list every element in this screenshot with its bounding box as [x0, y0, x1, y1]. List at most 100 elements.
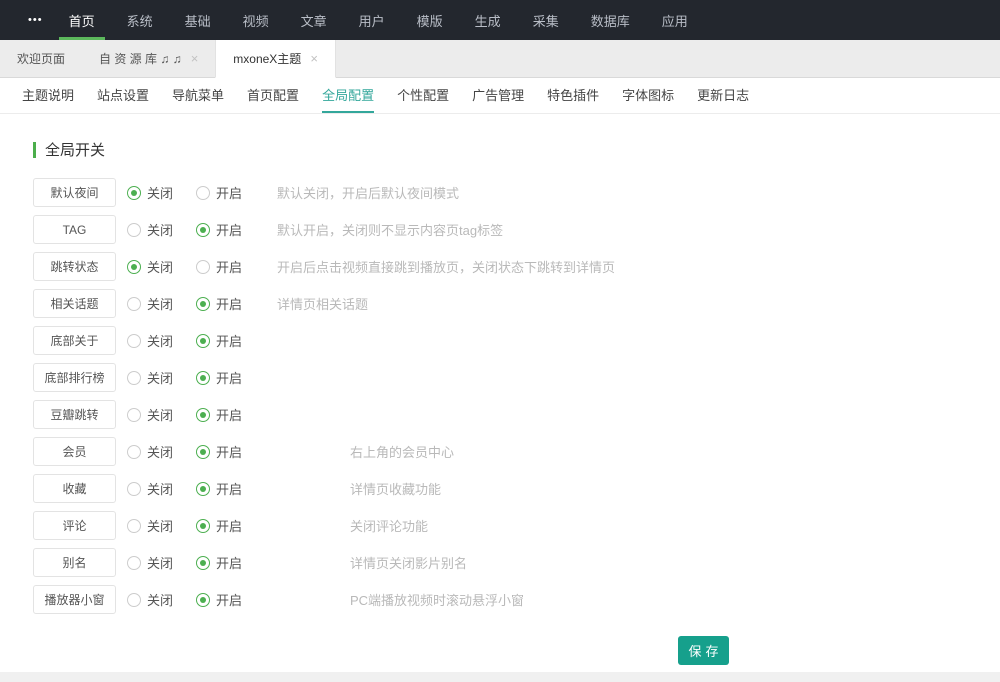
radio-icon: [127, 371, 141, 385]
subtab-nav-menu[interactable]: 导航菜单: [172, 78, 224, 113]
radio-closed[interactable]: 关闭: [127, 257, 196, 276]
radio-closed[interactable]: 关闭: [127, 405, 196, 424]
setting-label-button[interactable]: 底部关于: [33, 326, 116, 355]
subtab-theme-intro[interactable]: 主题说明: [22, 78, 74, 113]
radio-open[interactable]: 开启: [196, 183, 265, 202]
radio-closed[interactable]: 关闭: [127, 516, 196, 535]
radio-label: 开启: [216, 331, 242, 350]
subtab-global-config[interactable]: 全局配置: [322, 78, 374, 113]
radio-open[interactable]: 开启: [196, 294, 265, 313]
setting-label-button[interactable]: 别名: [33, 548, 116, 577]
radio-closed[interactable]: 关闭: [127, 368, 196, 387]
radio-icon: [196, 556, 210, 570]
setting-description: 开启后点击视频直接跳到播放页，关闭状态下跳转到详情页: [277, 257, 615, 276]
setting-label-button[interactable]: 豆瓣跳转: [33, 400, 116, 429]
close-icon[interactable]: ×: [310, 51, 318, 66]
setting-description: 详情页关闭影片别名: [350, 553, 467, 572]
setting-label-button[interactable]: 收藏: [33, 474, 116, 503]
app-window: ••• 首页 系统 基础 视频 文章 用户 模版 生成 采集 数据库 应用 欢迎…: [0, 0, 1000, 665]
tab-mxonex-theme[interactable]: mxoneX主题 ×: [215, 40, 336, 78]
subtab-changelog[interactable]: 更新日志: [697, 78, 749, 113]
radio-open[interactable]: 开启: [196, 405, 265, 424]
radio-closed[interactable]: 关闭: [127, 331, 196, 350]
nav-item-template[interactable]: 模版: [407, 0, 453, 40]
radio-icon: [196, 593, 210, 607]
radio-closed[interactable]: 关闭: [127, 590, 196, 609]
radio-open[interactable]: 开启: [196, 442, 265, 461]
setting-label-button[interactable]: 相关话题: [33, 289, 116, 318]
radio-label: 关闭: [147, 442, 173, 461]
radio-icon: [196, 260, 210, 274]
radio-label: 开启: [216, 590, 242, 609]
subtab-personal-config[interactable]: 个性配置: [397, 78, 449, 113]
radio-open[interactable]: 开启: [196, 331, 265, 350]
radio-icon: [127, 334, 141, 348]
nav-item-article[interactable]: 文章: [291, 0, 337, 40]
nav-item-system[interactable]: 系统: [117, 0, 163, 40]
section-title-text: 全局开关: [45, 139, 105, 160]
radio-open[interactable]: 开启: [196, 553, 265, 572]
radio-open[interactable]: 开启: [196, 516, 265, 535]
radio-label: 关闭: [147, 220, 173, 239]
window-tab-bar: 欢迎页面 自 资 源 库 ♫ ♫ × mxoneX主题 ×: [0, 40, 1000, 78]
radio-label: 开启: [216, 183, 242, 202]
setting-label-button[interactable]: 会员: [33, 437, 116, 466]
radio-closed[interactable]: 关闭: [127, 294, 196, 313]
radio-closed[interactable]: 关闭: [127, 553, 196, 572]
nav-item-video[interactable]: 视频: [233, 0, 279, 40]
radio-open[interactable]: 开启: [196, 257, 265, 276]
radio-open[interactable]: 开启: [196, 220, 265, 239]
close-icon[interactable]: ×: [191, 51, 199, 66]
subtab-featured-plugins[interactable]: 特色插件: [547, 78, 599, 113]
tab-label: 自 资 源 库 ♫ ♫: [99, 50, 182, 67]
radio-icon: [127, 519, 141, 533]
radio-label: 开启: [216, 220, 242, 239]
radio-icon: [127, 223, 141, 237]
nav-item-app[interactable]: 应用: [652, 0, 698, 40]
top-nav: ••• 首页 系统 基础 视频 文章 用户 模版 生成 采集 数据库 应用: [0, 0, 1000, 40]
radio-open[interactable]: 开启: [196, 590, 265, 609]
radio-closed[interactable]: 关闭: [127, 442, 196, 461]
nav-item-database[interactable]: 数据库: [581, 0, 640, 40]
tab-welcome-page[interactable]: 欢迎页面: [0, 40, 82, 77]
radio-open[interactable]: 开启: [196, 368, 265, 387]
setting-label-button[interactable]: 评论: [33, 511, 116, 540]
radio-label: 开启: [216, 368, 242, 387]
subtab-ad-manage[interactable]: 广告管理: [472, 78, 524, 113]
subtab-site-settings[interactable]: 站点设置: [97, 78, 149, 113]
subtab-font-icons[interactable]: 字体图标: [622, 78, 674, 113]
nav-item-basic[interactable]: 基础: [175, 0, 221, 40]
radio-icon: [127, 482, 141, 496]
radio-open[interactable]: 开启: [196, 479, 265, 498]
radio-icon: [127, 593, 141, 607]
nav-item-generate[interactable]: 生成: [465, 0, 511, 40]
radio-icon: [127, 445, 141, 459]
setting-row-tag: TAG 关闭 开启 默认开启，关闭则不显示内容页tag标签: [33, 211, 1000, 248]
radio-icon: [196, 223, 210, 237]
nav-item-user[interactable]: 用户: [349, 0, 395, 40]
setting-label-button[interactable]: 播放器小窗: [33, 585, 116, 614]
radio-label: 关闭: [147, 516, 173, 535]
radio-label: 开启: [216, 257, 242, 276]
tab-resource-library[interactable]: 自 资 源 库 ♫ ♫ ×: [82, 40, 215, 77]
setting-label-button[interactable]: 底部排行榜: [33, 363, 116, 392]
setting-label-button[interactable]: 跳转状态: [33, 252, 116, 281]
setting-label-button[interactable]: 默认夜间: [33, 178, 116, 207]
radio-closed[interactable]: 关闭: [127, 220, 196, 239]
radio-label: 关闭: [147, 479, 173, 498]
nav-item-collect[interactable]: 采集: [523, 0, 569, 40]
subtab-home-config[interactable]: 首页配置: [247, 78, 299, 113]
horizontal-scrollbar[interactable]: [0, 672, 1000, 682]
radio-closed[interactable]: 关闭: [127, 183, 196, 202]
setting-row-jump-state: 跳转状态 关闭 开启 开启后点击视频直接跳到播放页，关闭状态下跳转到详情页: [33, 248, 1000, 285]
radio-icon: [196, 297, 210, 311]
radio-label: 关闭: [147, 331, 173, 350]
more-menu-icon[interactable]: •••: [28, 14, 43, 26]
radio-label: 开启: [216, 516, 242, 535]
setting-label-button[interactable]: TAG: [33, 215, 116, 244]
radio-icon: [196, 371, 210, 385]
nav-item-home[interactable]: 首页: [59, 0, 105, 40]
radio-closed[interactable]: 关闭: [127, 479, 196, 498]
save-button[interactable]: 保存: [678, 636, 729, 665]
radio-label: 关闭: [147, 405, 173, 424]
